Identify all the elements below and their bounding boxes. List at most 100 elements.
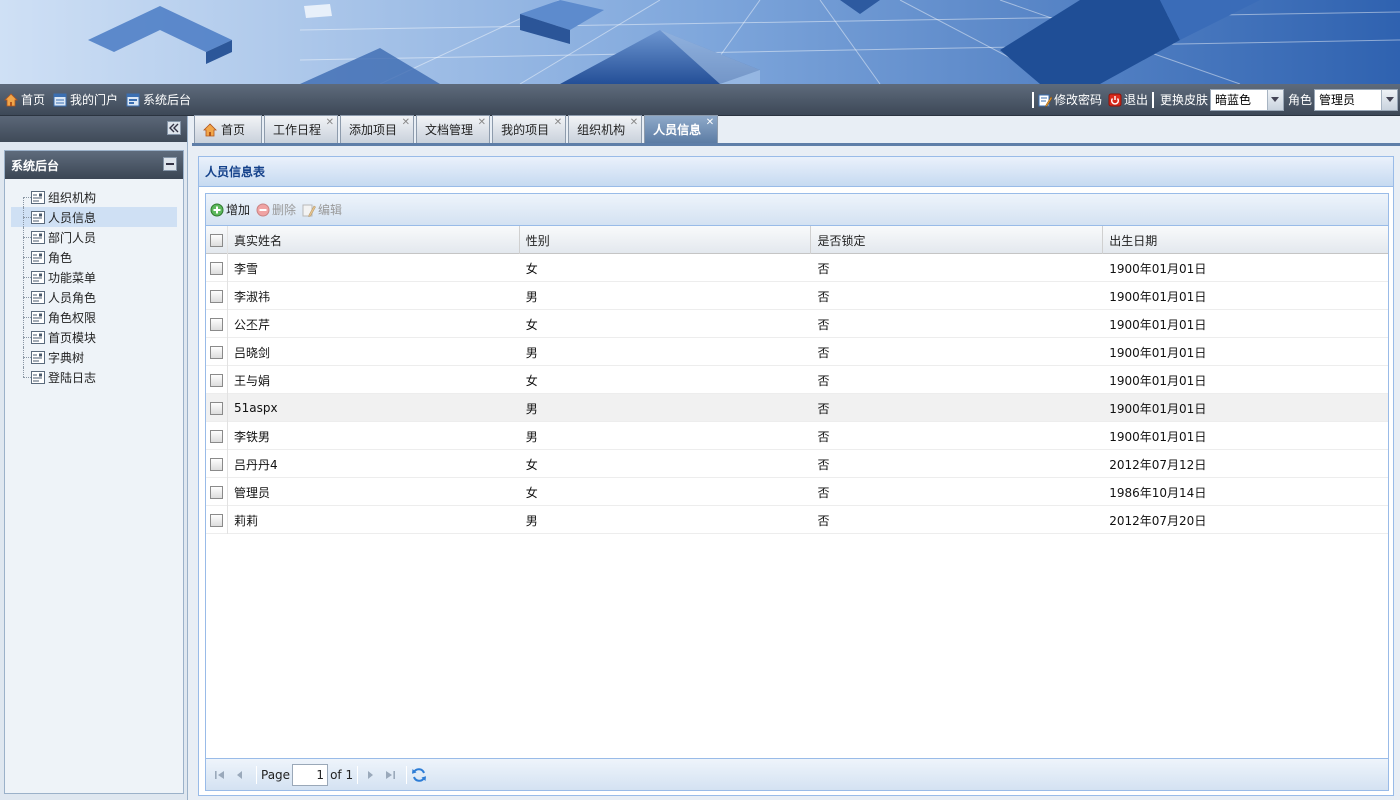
table-row[interactable]: 管理员 女 否 1986年10月14日 [206, 478, 1388, 506]
row-checkbox[interactable] [210, 513, 223, 527]
edit-button[interactable]: 编辑 [302, 201, 342, 218]
row-checkbox-cell[interactable] [206, 478, 228, 506]
sidebar-item-label: 角色 [48, 250, 73, 265]
change-password-link[interactable]: 修改密码 [1038, 91, 1102, 108]
prev-page-button[interactable] [232, 767, 248, 783]
nav-link-home[interactable]: 首页 [4, 91, 45, 108]
table-row[interactable]: 王与娟 女 否 1900年01月01日 [206, 366, 1388, 394]
row-checkbox-cell[interactable] [206, 422, 228, 450]
table-row[interactable]: 吕晓剑 男 否 1900年01月01日 [206, 338, 1388, 366]
add-button[interactable]: 增加 [210, 201, 250, 218]
column-header-name[interactable]: 真实姓名 [228, 226, 520, 254]
select-all-checkbox-cell[interactable] [206, 226, 228, 254]
page-count-label: of 1 [330, 767, 354, 782]
main-area: 首页 工作日程 ✕ 添加项目 ✕ 文档管理 ✕ 我的项目 ✕ 组织机构 ✕ 人员… [192, 115, 1400, 800]
skin-select[interactable]: 暗蓝色 [1209, 88, 1284, 111]
row-checkbox[interactable] [210, 317, 223, 331]
sidebar-item-org[interactable]: 组织机构 [11, 187, 177, 207]
row-checkbox-cell[interactable] [206, 254, 228, 282]
panel-collapse-button[interactable] [163, 157, 177, 171]
logout-label: 退出 [1123, 93, 1148, 107]
row-checkbox[interactable] [210, 261, 223, 275]
tab-document-management[interactable]: 文档管理 ✕ [416, 115, 491, 143]
tab-add-project[interactable]: 添加项目 ✕ [340, 115, 415, 143]
sidebar-item-function-menu[interactable]: 功能菜单 [11, 267, 177, 287]
row-checkbox-cell[interactable] [206, 310, 228, 338]
tab-close-icon[interactable]: ✕ [554, 118, 562, 128]
logout-link[interactable]: 退出 [1108, 91, 1148, 108]
column-header-locked[interactable]: 是否锁定 [811, 226, 1104, 254]
last-page-button[interactable] [382, 767, 398, 783]
column-header-birthdate[interactable]: 出生日期 [1103, 226, 1388, 254]
panel-title: 人员信息表 [205, 165, 266, 179]
admin-icon [126, 93, 140, 106]
cell-name: 王与娟 [233, 373, 270, 388]
tab-close-icon[interactable]: ✕ [706, 118, 714, 128]
next-page-button[interactable] [362, 767, 378, 783]
table-row[interactable]: 51aspx 男 否 1900年01月01日 [206, 394, 1388, 422]
sidebar-item-dept-staff[interactable]: 部门人员 [11, 227, 177, 247]
tab-organization[interactable]: 组织机构 ✕ [568, 115, 643, 143]
row-checkbox-cell[interactable] [206, 450, 228, 478]
tab-home[interactable]: 首页 [194, 115, 263, 143]
row-checkbox-cell[interactable] [206, 338, 228, 366]
table-row[interactable]: 公丕芹 女 否 1900年01月01日 [206, 310, 1388, 338]
cell-gender: 男 [525, 345, 538, 360]
delete-button[interactable]: 删除 [256, 201, 296, 218]
column-header-gender[interactable]: 性别 [520, 226, 812, 254]
first-page-icon [215, 770, 224, 779]
chevron-down-icon[interactable] [1266, 89, 1283, 110]
sidebar-item-dictionary-tree[interactable]: 字典树 [11, 347, 177, 367]
collapse-sidebar-button[interactable] [167, 121, 181, 135]
nav-link-portal[interactable]: 我的门户 [53, 91, 118, 108]
prev-page-icon [237, 770, 242, 779]
row-checkbox[interactable] [210, 485, 223, 499]
tab-strip: 首页 工作日程 ✕ 添加项目 ✕ 文档管理 ✕ 我的项目 ✕ 组织机构 ✕ 人员… [192, 115, 1400, 146]
page-number-input[interactable]: 1 [292, 763, 329, 786]
select-all-checkbox[interactable] [210, 233, 223, 247]
cell-name: 李淑祎 [233, 289, 270, 304]
row-checkbox[interactable] [210, 345, 223, 359]
row-checkbox-cell[interactable] [206, 366, 228, 394]
sidebar-item-home-module[interactable]: 首页模块 [11, 327, 177, 347]
tab-close-icon[interactable]: ✕ [630, 118, 638, 128]
refresh-button[interactable] [411, 767, 427, 783]
tab-my-projects[interactable]: 我的项目 ✕ [492, 115, 567, 143]
row-checkbox[interactable] [210, 429, 223, 443]
tab-personnel-info[interactable]: 人员信息 ✕ [644, 115, 719, 143]
sidebar-item-personnel[interactable]: 人员信息 [11, 207, 177, 227]
table-row[interactable]: 李淑祎 男 否 1900年01月01日 [206, 282, 1388, 310]
sidebar-item-login-log[interactable]: 登陆日志 [11, 367, 177, 387]
table-row[interactable]: 李铁男 男 否 1900年01月01日 [206, 422, 1388, 450]
first-page-button[interactable] [212, 767, 228, 783]
personnel-panel: 人员信息表 增加 删除 编辑 真实姓名 性别 是否锁定 出生日期 李雪 女 否 … [198, 156, 1394, 796]
tab-label: 我的项目 [501, 123, 550, 137]
sidebar-item-user-role[interactable]: 人员角色 [11, 287, 177, 307]
add-icon [210, 203, 224, 216]
tab-work-schedule[interactable]: 工作日程 ✕ [264, 115, 339, 143]
row-checkbox[interactable] [210, 457, 223, 471]
row-checkbox-cell[interactable] [206, 394, 228, 422]
edit-button-label: 编辑 [318, 203, 343, 217]
sidebar-item-role-permission[interactable]: 角色权限 [11, 307, 177, 327]
row-checkbox[interactable] [210, 373, 223, 387]
table-row[interactable]: 李雪 女 否 1900年01月01日 [206, 254, 1388, 282]
row-checkbox[interactable] [210, 289, 223, 303]
table-row[interactable]: 吕丹丹4 女 否 2012年07月12日 [206, 450, 1388, 478]
cell-locked: 否 [817, 401, 830, 416]
tab-close-icon[interactable]: ✕ [326, 118, 334, 128]
column-header-label: 真实姓名 [233, 233, 282, 248]
sidebar-item-role[interactable]: 角色 [11, 247, 177, 267]
role-select[interactable]: 管理员 [1314, 88, 1398, 111]
row-checkbox[interactable] [210, 401, 223, 415]
next-page-icon [368, 770, 374, 779]
row-checkbox-cell[interactable] [206, 282, 228, 310]
sidebar-item-label: 字典树 [48, 350, 85, 365]
table-row[interactable]: 莉莉 男 否 2012年07月20日 [206, 506, 1388, 534]
tree-node-icon [31, 230, 45, 244]
chevron-down-icon[interactable] [1381, 89, 1397, 110]
row-checkbox-cell[interactable] [206, 506, 228, 534]
tab-close-icon[interactable]: ✕ [402, 118, 410, 128]
tab-close-icon[interactable]: ✕ [478, 118, 486, 128]
nav-link-admin[interactable]: 系统后台 [126, 91, 191, 108]
